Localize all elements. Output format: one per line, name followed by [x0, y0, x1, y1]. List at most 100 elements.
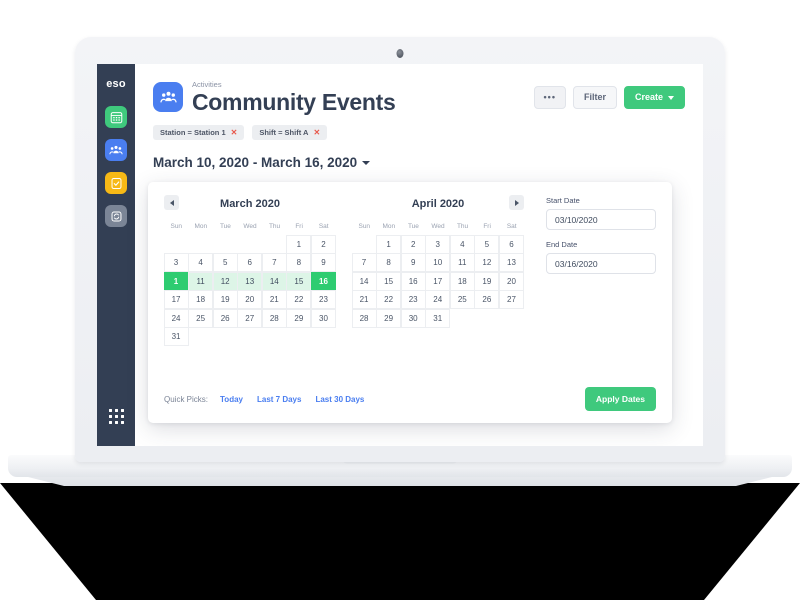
calendar-day[interactable]: 28 [351, 308, 377, 328]
calendar-day[interactable]: 19 [212, 290, 238, 309]
calendar-day[interactable]: 29 [376, 308, 402, 328]
calendar-day[interactable]: 10 [425, 253, 451, 272]
calendar-day[interactable]: 30 [400, 308, 426, 328]
sidebar-item-checklist[interactable] [105, 172, 127, 194]
calendar-day[interactable]: 11 [188, 271, 214, 291]
filter-button[interactable]: Filter [572, 86, 617, 109]
calendar-day[interactable]: 17 [425, 271, 451, 291]
quick-pick-today[interactable]: Today [220, 395, 243, 404]
calendar-day-empty [188, 235, 213, 254]
calendar-day[interactable]: 1 [286, 234, 312, 254]
calendar-week-row: 12 [164, 234, 336, 254]
calendar-day-empty [352, 235, 377, 254]
date-range-selector[interactable]: March 10, 2020 - March 16, 2020 [153, 155, 371, 170]
calendar-day[interactable]: 12 [212, 271, 238, 291]
calendar-day[interactable]: 7 [261, 253, 287, 272]
end-date-input[interactable] [546, 253, 656, 274]
calendar-day[interactable]: 31 [163, 327, 189, 346]
calendar-day[interactable]: 21 [261, 290, 287, 309]
next-month-button[interactable] [509, 195, 524, 210]
calendar-day[interactable]: 24 [163, 308, 189, 328]
calendar-day[interactable]: 13 [237, 271, 263, 291]
title-block: Activities Community Events [153, 80, 534, 114]
quick-pick-last-30-days[interactable]: Last 30 Days [315, 395, 364, 404]
calendar-day-empty [286, 327, 311, 346]
sidebar-item-refresh[interactable] [105, 205, 127, 227]
more-options-button[interactable]: ••• [533, 86, 566, 109]
apply-dates-button[interactable]: Apply Dates [584, 387, 656, 411]
calendar-day[interactable]: 22 [376, 290, 402, 309]
calendar-day[interactable]: 6 [498, 234, 524, 254]
calendar-day[interactable]: 17 [163, 290, 189, 309]
calendar-day[interactable]: 7 [351, 253, 377, 272]
calendar-header: April 2020 [352, 194, 524, 214]
sidebar-item-people[interactable] [105, 139, 127, 161]
start-date-input[interactable] [546, 209, 656, 230]
close-icon[interactable]: ✕ [313, 128, 320, 137]
chevron-right-icon [514, 199, 519, 206]
calendar-day[interactable]: 19 [474, 271, 500, 291]
calendar-day[interactable]: 12 [474, 253, 500, 272]
prev-month-button[interactable] [164, 195, 179, 210]
calendar-day[interactable]: 3 [425, 234, 451, 254]
start-date-label: Start Date [546, 196, 580, 205]
calendar-day[interactable]: 16 [400, 271, 426, 291]
calendar-header: March 2020 [164, 194, 336, 214]
calendar-day[interactable]: 25 [188, 308, 214, 328]
calendar-day[interactable]: 22 [286, 290, 312, 309]
calendar-day[interactable]: 9 [400, 253, 426, 272]
weekday-header: Sun Mon Tue Wed Thu Fri Sat [164, 220, 336, 235]
calendar-day[interactable]: 3 [163, 253, 189, 272]
calendar-day[interactable]: 11 [449, 253, 475, 272]
calendar-day[interactable]: 4 [188, 253, 214, 272]
quick-pick-last-7-days[interactable]: Last 7 Days [257, 395, 301, 404]
calendar-day[interactable]: 21 [351, 290, 377, 309]
calendar-day-empty [450, 309, 475, 328]
calendar-day[interactable]: 20 [237, 290, 263, 309]
calendar-day[interactable]: 6 [237, 253, 263, 272]
calendar-day[interactable]: 13 [498, 253, 524, 272]
calendar-day[interactable]: 15 [286, 271, 312, 291]
calendar-day[interactable]: 23 [400, 290, 426, 309]
filter-chip-shift[interactable]: Shift = Shift A ✕ [252, 125, 328, 141]
calendar-day[interactable]: 26 [212, 308, 238, 328]
calendar-day[interactable]: 23 [310, 290, 336, 309]
calendar-day-empty [237, 327, 262, 346]
calendar-day[interactable]: 9 [310, 253, 336, 272]
calendar-day[interactable]: 29 [286, 308, 312, 328]
quick-picks-label: Quick Picks: [164, 394, 209, 404]
calendar-day[interactable]: 14 [351, 271, 377, 291]
calendar-day[interactable]: 1 [163, 271, 189, 291]
calendar-day[interactable]: 25 [449, 290, 475, 309]
calendar-day[interactable]: 4 [449, 234, 475, 254]
filter-chip-station[interactable]: Station = Station 1 ✕ [153, 125, 245, 141]
calendar-day[interactable]: 14 [261, 271, 287, 291]
launcher-dot [114, 409, 118, 412]
calendar-day[interactable]: 2 [310, 234, 336, 254]
calendar-day[interactable]: 27 [498, 290, 524, 309]
weekday-label: Wed [243, 223, 257, 230]
calendar-day[interactable]: 20 [498, 271, 524, 291]
sidebar-item-calendar-grid[interactable] [105, 106, 127, 128]
calendar-day[interactable]: 27 [237, 308, 263, 328]
calendar-day[interactable]: 8 [376, 253, 402, 272]
calendar-day[interactable]: 28 [261, 308, 287, 328]
app-launcher-button[interactable] [108, 409, 124, 424]
calendar-day[interactable]: 2 [400, 234, 426, 254]
calendar-day[interactable]: 16 [310, 271, 336, 291]
calendar-day[interactable]: 8 [286, 253, 312, 272]
calendar-day[interactable]: 24 [425, 290, 451, 309]
create-button[interactable]: Create [623, 86, 685, 109]
calendar-day[interactable]: 18 [188, 290, 214, 309]
calendar-day[interactable]: 31 [425, 308, 451, 328]
calendar-day[interactable]: 1 [376, 234, 402, 254]
calendar-day[interactable]: 5 [474, 234, 500, 254]
calendar-day[interactable]: 15 [376, 271, 402, 291]
calendar-day[interactable]: 26 [474, 290, 500, 309]
calendar-day[interactable]: 5 [212, 253, 238, 272]
close-icon[interactable]: ✕ [231, 128, 238, 137]
calendar-day[interactable]: 18 [449, 271, 475, 291]
calendar-day[interactable]: 30 [310, 308, 336, 328]
weekday-label: Sun [358, 223, 371, 230]
